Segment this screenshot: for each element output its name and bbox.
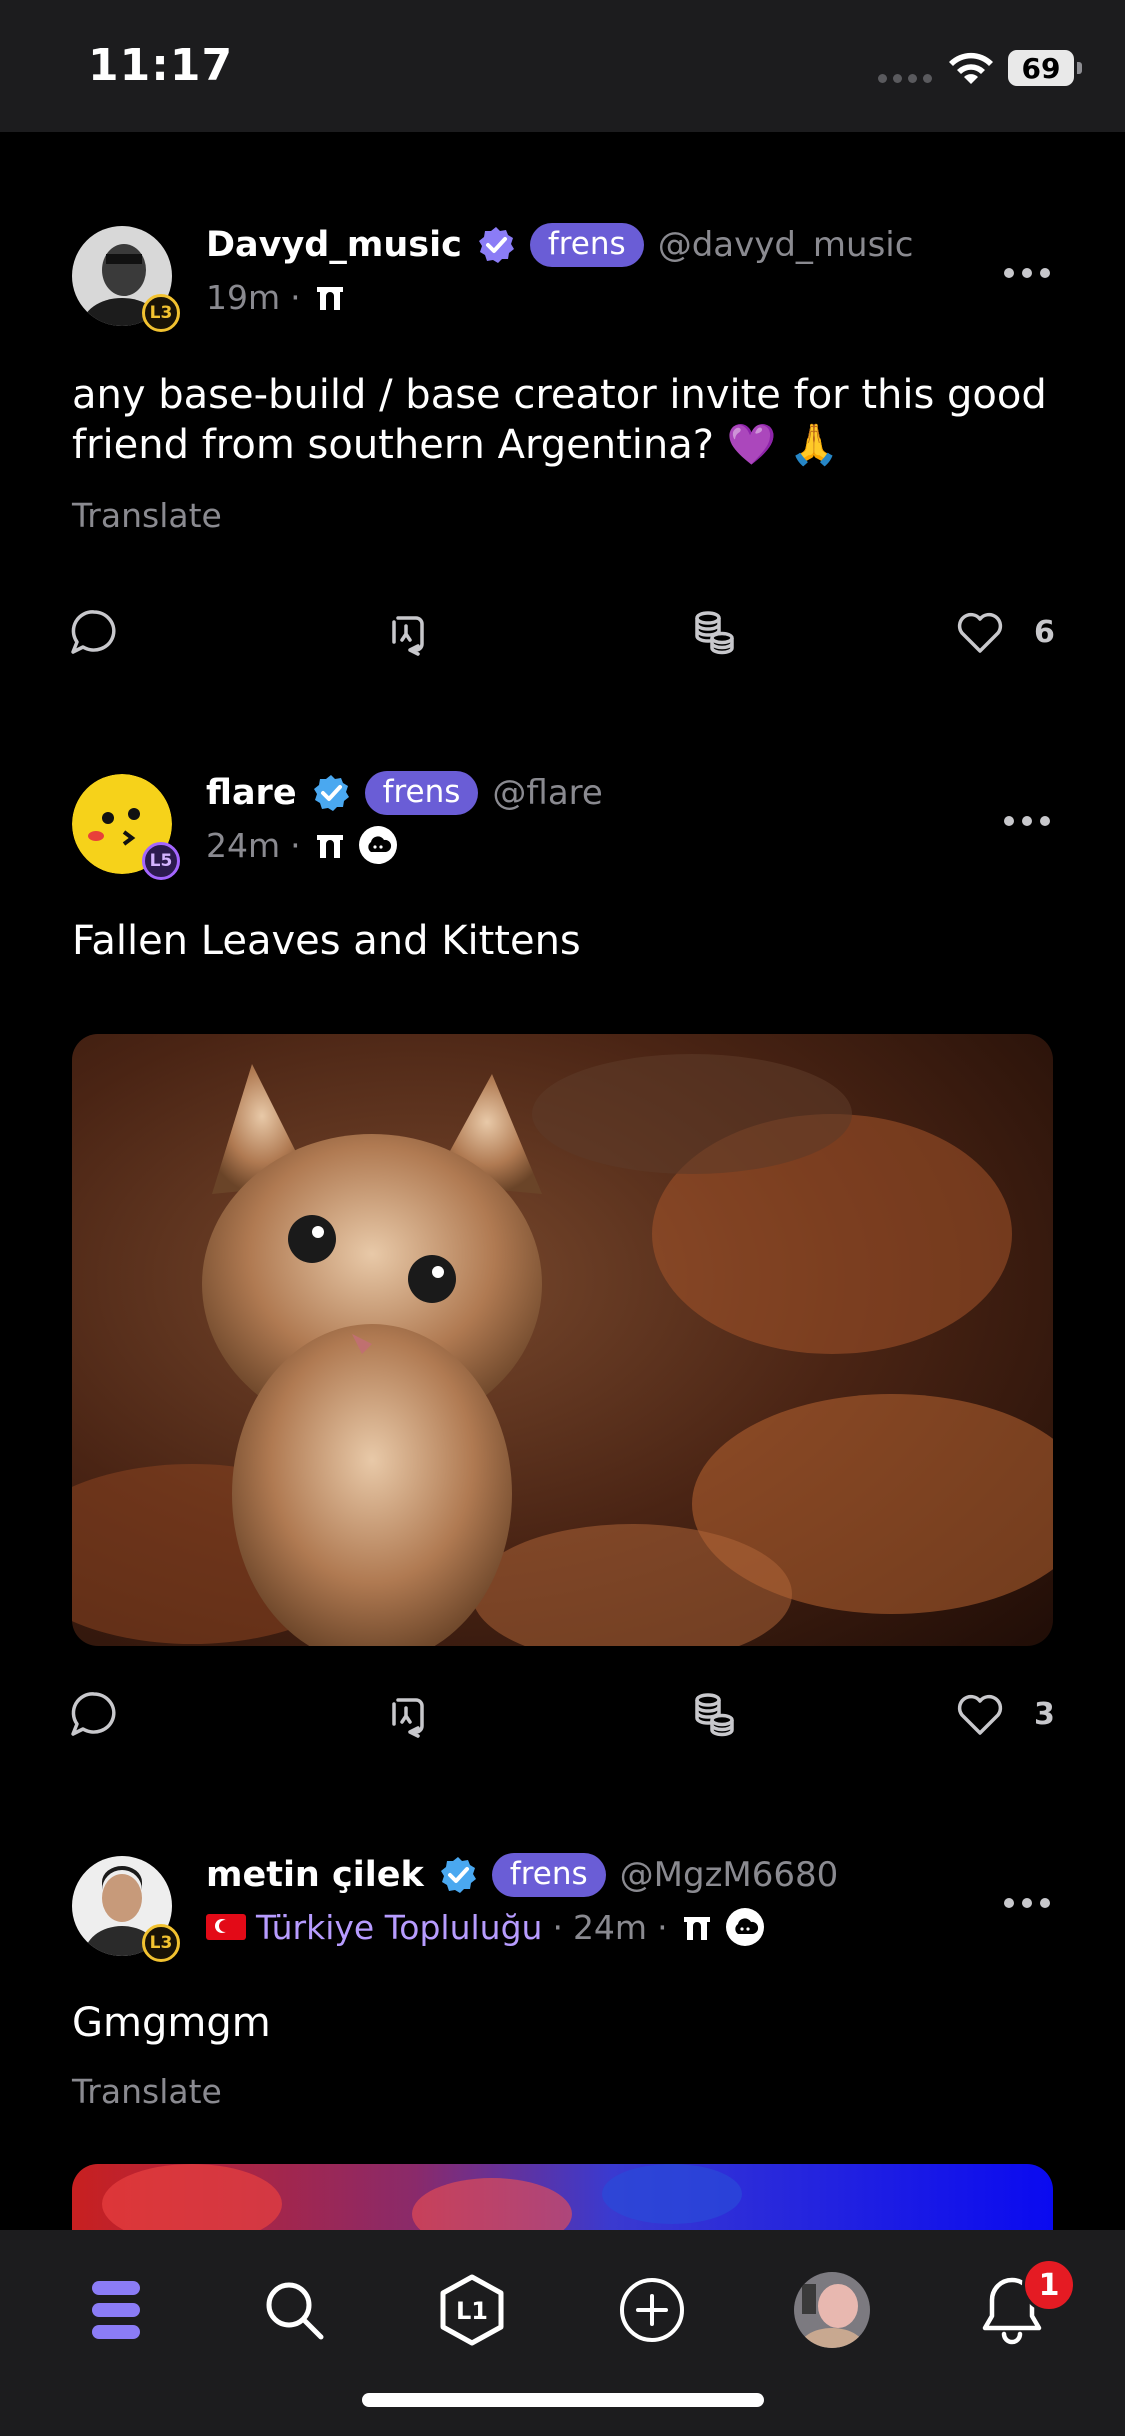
more-options-button[interactable]	[1004, 1895, 1050, 1911]
hexagon-label: L1	[456, 2297, 488, 2325]
reply-button[interactable]	[68, 1686, 120, 1742]
l1-hexagon-icon: L1	[440, 2274, 504, 2346]
like-button[interactable]: 6	[954, 604, 1055, 660]
compose-plus-icon	[620, 2278, 684, 2342]
channel-cloud-icon[interactable]	[725, 1908, 764, 1946]
separator: ·	[552, 1907, 563, 1947]
post-actions: 3	[0, 1686, 1125, 1746]
recast-icon	[392, 1698, 424, 1738]
frens-badge: frens	[529, 223, 644, 267]
status-time: 11:17	[88, 40, 234, 91]
nav-level[interactable]: L1	[432, 2270, 512, 2350]
profile-avatar	[794, 2272, 870, 2348]
avatar[interactable]: L3	[72, 1856, 180, 1962]
home-indicator[interactable]	[362, 2393, 764, 2407]
recast-button[interactable]	[382, 1686, 434, 1742]
separator: ·	[290, 277, 301, 317]
battery-indicator: 69	[1008, 50, 1082, 86]
wifi-icon	[949, 52, 993, 84]
post-time: 24m	[206, 825, 281, 865]
separator: ·	[290, 825, 301, 865]
post-image-kitten[interactable]	[72, 1034, 1053, 1646]
verified-icon	[313, 775, 349, 811]
coins-icon	[695, 611, 734, 655]
post-text: Fallen Leaves and Kittens	[72, 918, 581, 964]
nav-compose[interactable]	[612, 2270, 692, 2350]
notification-badge: 1	[1022, 2258, 1076, 2312]
channel-icon[interactable]	[311, 278, 349, 316]
coins-icon	[695, 1693, 734, 1737]
more-options-button[interactable]	[1004, 813, 1050, 829]
handle[interactable]: @davyd_music	[658, 225, 914, 265]
more-options-button[interactable]	[1004, 265, 1050, 281]
comment-icon	[71, 1692, 116, 1736]
turkey-flag-icon	[206, 1914, 246, 1940]
post-text: any base-build / base creator invite for…	[72, 372, 1047, 468]
home-icon	[92, 2281, 140, 2339]
comment-icon	[71, 610, 116, 654]
separator: ·	[657, 1907, 668, 1947]
cellular-signal-icon	[878, 74, 932, 83]
display-name[interactable]: metin çilek	[206, 1855, 424, 1895]
channel-icon[interactable]	[678, 1908, 716, 1946]
tip-button[interactable]	[688, 604, 740, 660]
like-count: 3	[1034, 1696, 1055, 1732]
search-icon	[266, 2282, 324, 2340]
nav-home[interactable]	[76, 2270, 156, 2350]
avatar[interactable]: L3	[72, 226, 180, 332]
nav-search[interactable]	[254, 2270, 334, 2350]
reply-button[interactable]	[68, 604, 120, 660]
translate-link[interactable]: Translate	[72, 496, 222, 535]
translate-link[interactable]: Translate	[72, 2072, 222, 2111]
community-link[interactable]: Türkiye Topluluğu	[256, 1908, 542, 1947]
level-badge: L5	[142, 842, 180, 880]
status-bar: 11:17 69	[0, 0, 1125, 132]
recast-button[interactable]	[382, 604, 434, 660]
display-name[interactable]: flare	[206, 773, 297, 813]
post-actions: 6	[0, 604, 1125, 664]
handle[interactable]: @flare	[492, 773, 602, 813]
display-name[interactable]: Davyd_music	[206, 225, 462, 265]
recast-icon	[392, 616, 424, 656]
heart-icon	[957, 1694, 1003, 1735]
heart-icon	[957, 612, 1003, 653]
level-badge: L3	[142, 294, 180, 332]
tip-button[interactable]	[688, 1686, 740, 1742]
like-button[interactable]: 3	[954, 1686, 1055, 1742]
like-count: 6	[1034, 614, 1055, 650]
post-text: Gmgmgm	[72, 2000, 271, 2046]
channel-icon[interactable]	[311, 826, 349, 864]
frens-badge: frens	[364, 771, 479, 815]
post-time: 19m	[206, 277, 281, 317]
level-badge: L3	[142, 1924, 180, 1962]
verified-icon	[478, 227, 514, 263]
frens-badge: frens	[491, 1853, 606, 1897]
avatar[interactable]: L5	[72, 774, 180, 880]
nav-profile[interactable]	[792, 2270, 872, 2350]
channel-cloud-icon[interactable]	[358, 826, 397, 864]
verified-icon	[440, 1857, 476, 1893]
post-time: 24m	[572, 1907, 648, 1947]
handle[interactable]: @MgzM6680	[620, 1855, 839, 1895]
